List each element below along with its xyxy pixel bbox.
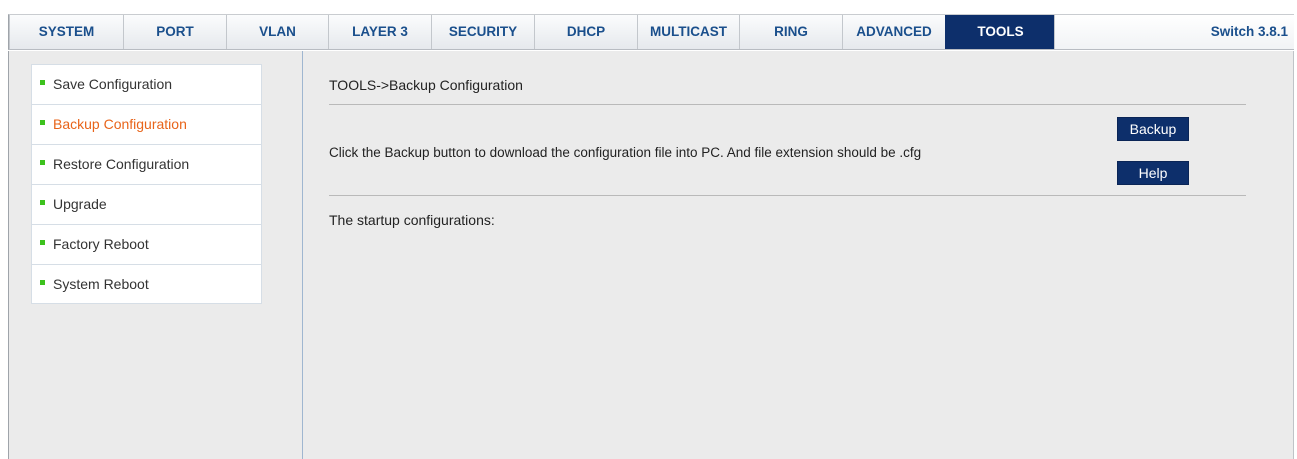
bullet-icon: [40, 79, 45, 85]
help-button[interactable]: Help: [1117, 161, 1189, 185]
sidebar-item-label: Factory Reboot: [53, 236, 149, 252]
sidebar-item-label: System Reboot: [53, 276, 149, 292]
tab-multicast[interactable]: MULTICAST: [637, 15, 739, 49]
main-content: TOOLS->Backup Configuration Click the Ba…: [329, 51, 1249, 459]
bullet-icon: [40, 279, 45, 285]
sidebar-item-label: Save Configuration: [53, 76, 173, 92]
page-frame: Save Configuration Backup Configuration …: [8, 51, 1294, 459]
tab-layer3[interactable]: LAYER 3: [328, 15, 431, 49]
sidebar-item-system-reboot[interactable]: System Reboot: [31, 264, 262, 304]
sidebar-item-factory-reboot[interactable]: Factory Reboot: [31, 224, 262, 264]
sidebar-item-label: Upgrade: [53, 196, 107, 212]
divider: [329, 104, 1246, 105]
sidebar-item-label: Restore Configuration: [53, 156, 190, 172]
nav-tabs: SYSTEM PORT VLAN LAYER 3 SECURITY DHCP M…: [9, 15, 1055, 49]
breadcrumb: TOOLS->Backup Configuration: [329, 77, 523, 93]
backup-description: Click the Backup button to download the …: [329, 145, 922, 160]
tab-vlan[interactable]: VLAN: [226, 15, 328, 49]
bullet-icon: [40, 199, 45, 205]
sidebar-item-restore-configuration[interactable]: Restore Configuration: [31, 144, 262, 184]
top-nav-bar: SYSTEM PORT VLAN LAYER 3 SECURITY DHCP M…: [8, 14, 1294, 50]
sidebar: Save Configuration Backup Configuration …: [31, 64, 262, 304]
bullet-icon: [40, 159, 45, 165]
bullet-icon: [40, 119, 45, 125]
tab-dhcp[interactable]: DHCP: [534, 15, 637, 49]
tab-port[interactable]: PORT: [123, 15, 226, 49]
sidebar-item-backup-configuration[interactable]: Backup Configuration: [31, 104, 262, 144]
bullet-icon: [40, 239, 45, 245]
sidebar-item-upgrade[interactable]: Upgrade: [31, 184, 262, 224]
sidebar-item-save-configuration[interactable]: Save Configuration: [31, 64, 262, 104]
version-label: Switch 3.8.1: [1054, 15, 1294, 49]
tab-system[interactable]: SYSTEM: [9, 15, 123, 49]
tab-security[interactable]: SECURITY: [431, 15, 534, 49]
sidebar-divider: [302, 51, 303, 459]
backup-button[interactable]: Backup: [1117, 117, 1189, 141]
sidebar-item-label: Backup Configuration: [53, 116, 187, 132]
tab-ring[interactable]: RING: [739, 15, 842, 49]
tab-advanced[interactable]: ADVANCED: [842, 15, 945, 49]
divider: [329, 195, 1246, 196]
startup-configurations-label: The startup configurations:: [329, 212, 495, 228]
tab-tools[interactable]: TOOLS: [945, 15, 1055, 49]
